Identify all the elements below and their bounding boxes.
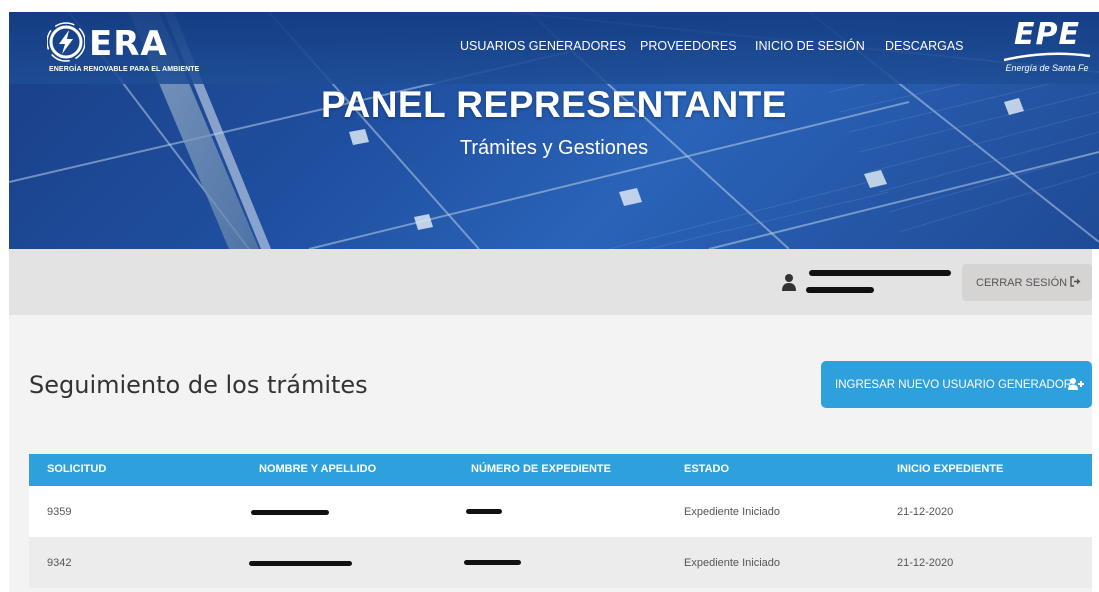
cell-estado: Expediente Iniciado — [684, 557, 781, 569]
redacted-name-cell — [251, 510, 329, 515]
cell-estado: Expediente Iniciado — [684, 506, 781, 518]
add-user-generator-label: INGRESAR NUEVO USUARIO GENERADOR — [835, 378, 1073, 391]
cell-inicio: 21-12-2020 — [897, 557, 954, 569]
cell-solicitud: 9359 — [47, 506, 72, 518]
page-title: Seguimiento de los trámites — [29, 371, 368, 399]
epe-logo-tagline: Energía de Santa Fe — [1005, 63, 1089, 73]
add-user-generator-button[interactable]: INGRESAR NUEVO USUARIO GENERADOR — [821, 361, 1092, 408]
hero-banner: ERA ENERGÍA RENOVABLE PARA EL AMBIENTE U… — [9, 12, 1099, 249]
cell-solicitud: 9342 — [47, 557, 72, 569]
redacted-expediente-cell — [464, 560, 521, 565]
page-hero-title: PANEL REPRESENTANTE — [321, 84, 787, 125]
logout-button-label: CERRAR SESIÓN — [976, 276, 1068, 289]
redacted-user-id — [806, 287, 874, 293]
nav-item-proveedores[interactable]: PROVEEDORES — [640, 39, 737, 53]
table-row[interactable]: 9359 Expediente Iniciado 21-12-2020 — [29, 486, 1092, 537]
lightning-bolt-icon — [47, 22, 85, 62]
column-header-expediente[interactable]: NÚMERO DE EXPEDIENTE — [471, 463, 611, 475]
table-row[interactable]: 9342 Expediente Iniciado 21-12-2020 — [29, 537, 1092, 588]
epe-logo-text: EPE — [1014, 17, 1080, 52]
user-session-bar: CERRAR SESIÓN — [9, 249, 1092, 315]
tramites-table: SOLICITUD NOMBRE Y APELLIDO NÚMERO DE EX… — [29, 454, 1092, 588]
page-hero-subtitle: Trámites y Gestiones — [459, 137, 649, 159]
user-plus-icon — [1068, 378, 1084, 390]
top-navigation-bar: ERA ENERGÍA RENOVABLE PARA EL AMBIENTE U… — [9, 12, 1099, 84]
era-logo-text: ERA — [89, 24, 168, 64]
redacted-user-name — [809, 270, 951, 276]
column-header-nombre[interactable]: NOMBRE Y APELLIDO — [259, 463, 376, 475]
nav-item-usuarios-generadores[interactable]: USUARIOS GENERADORES — [460, 39, 626, 53]
nav-item-inicio-de-sesion[interactable]: INICIO DE SESIÓN — [755, 39, 865, 53]
redacted-expediente-cell — [466, 509, 502, 514]
era-logo[interactable]: ERA ENERGÍA RENOVABLE PARA EL AMBIENTE — [47, 22, 207, 76]
column-header-inicio[interactable]: INICIO EXPEDIENTE — [897, 463, 1003, 475]
user-icon — [782, 274, 796, 291]
epe-logo[interactable]: EPE Energía de Santa Fe — [999, 18, 1095, 80]
sign-out-icon — [1070, 276, 1081, 287]
cell-inicio: 21-12-2020 — [897, 506, 954, 518]
main-content: Seguimiento de los trámites INGRESAR NUE… — [9, 315, 1092, 592]
column-header-estado[interactable]: ESTADO — [684, 463, 729, 475]
redacted-name-cell — [249, 561, 352, 566]
table-header: SOLICITUD NOMBRE Y APELLIDO NÚMERO DE EX… — [29, 454, 1092, 486]
column-header-solicitud[interactable]: SOLICITUD — [47, 463, 106, 475]
nav-item-descargas[interactable]: DESCARGAS — [885, 39, 964, 53]
era-logo-tagline: ENERGÍA RENOVABLE PARA EL AMBIENTE — [49, 66, 200, 73]
logout-button[interactable]: CERRAR SESIÓN — [962, 264, 1092, 301]
swoosh-icon — [1003, 52, 1091, 62]
